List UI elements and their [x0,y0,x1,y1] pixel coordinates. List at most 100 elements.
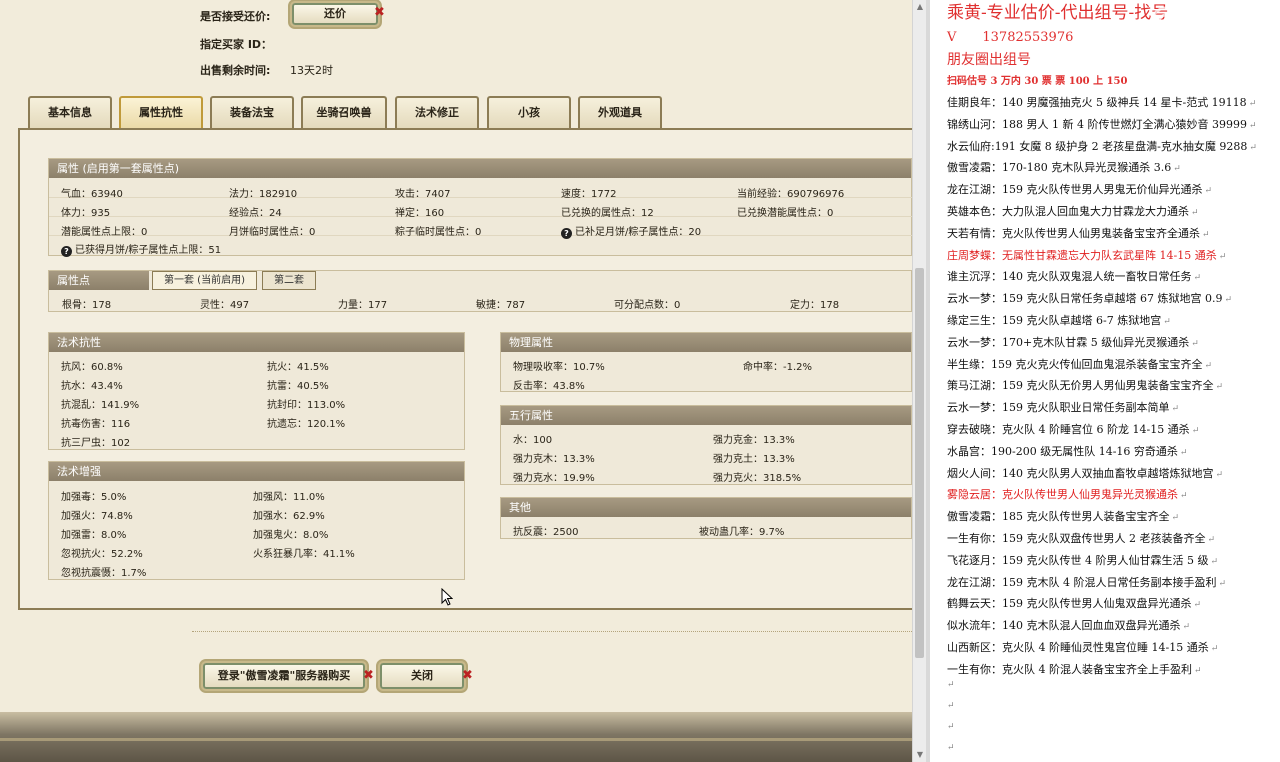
note-line: 似水流年：140 克木队混人回血血双盘异光通杀 ↵ [947,619,1191,633]
note-line: 水云仙府:191 女魔 8 级护身 2 老孩星盘满-克水抽女魔 9288 ↵ [947,139,1257,153]
note-line: 半生缘：159 克火克火传仙回血鬼混杀装备宝宝齐全 ↵ [947,357,1213,371]
paragraph-mark: ↵ [1171,404,1180,415]
scroll-down-icon[interactable]: ▼ [913,748,927,762]
enhance-cell: 加强鬼火：8.0% [253,530,329,541]
scroll-up-icon[interactable]: ▲ [913,0,927,14]
resist-cell: 抗毒伤害：116 [61,419,131,430]
resist-cell: 抗水：43.4% [61,381,123,392]
note-line: 云水一梦：159 克火队职业日常任务副本简单 ↵ [947,401,1180,415]
note-line: 龙在江湖：159 克火队传世男人男鬼无价仙异光通杀 ↵ [947,183,1213,197]
paragraph-mark: ↵ [1249,142,1257,153]
resist-cell: 抗三尸虫：102 [61,438,131,449]
subtab-set-one[interactable]: 第一套 (当前启用) [152,271,257,290]
mouse-cursor-icon [441,588,453,606]
login-server-purchase-button[interactable]: 登录"傲雪凌霜"服务器购买 [201,661,367,691]
watermark-text: CCTV [1186,14,1233,33]
paragraph-mark: ↵ [1224,295,1233,306]
resist-cell: 抗火：41.5% [267,362,329,373]
note-line: 策马江湖：159 克火队无价男人男仙男鬼装备宝宝齐全 ↵ [947,379,1224,393]
note-line: 龙在江湖：159 克木队 4 阶混人日常任务副本接手盈利 ↵ [947,575,1227,589]
five-cell: 强力克土：13.3% [713,454,795,465]
other-section: 其他 抗反震：2500 被动蛊几率：9.7% [500,497,912,539]
paragraph-mark: ↵ [947,743,955,753]
counter-offer-label: 是否接受还价: [200,10,271,23]
resist-cell: 抗遗忘：120.1% [267,419,346,430]
paragraph-mark: ↵ [947,722,955,732]
close-icon[interactable]: ✖ [363,668,374,683]
attribute-section: 属性 (启用第一套属性点) 气血：63940 法力：182910 攻击：7407… [48,158,912,257]
tab-appearance[interactable]: 外观道具 [578,96,662,129]
scrollbar[interactable]: ▲ ▼ [912,0,926,762]
physical-cell: 命中率：-1.2% [743,362,813,373]
tab-basic-info[interactable]: 基本信息 [28,96,112,129]
tab-equipment[interactable]: 装备法宝 [210,96,294,129]
enhance-cell: 加强风：11.0% [253,492,325,503]
broadcast-watermark: CCTV [1148,2,1258,48]
resist-cell: 抗雷：40.5% [267,381,329,392]
attr-cell: 已兑换潜能属性点：0 [737,208,834,219]
enhance-cell: 加强毒：5.0% [61,492,127,503]
attr-cell: 体力：935 [61,208,111,219]
five-cell: 水：100 [513,435,553,446]
resist-cell: 抗风：60.8% [61,362,123,373]
tab-attributes[interactable]: 属性抗性 [119,96,203,129]
paragraph-mark: ↵ [1204,186,1213,197]
attr-cell-help: ? 已补足月饼/粽子属性点：20 [561,223,701,239]
paragraph-mark: ↵ [1207,535,1216,545]
five-cell: 强力克金：13.3% [713,435,795,446]
divider-line [192,631,912,632]
note-line: 雾隐云居：克火队传世男人仙男鬼异光灵猴通杀 ↵ [947,488,1188,502]
paragraph-mark: ↵ [1210,644,1219,654]
tab-spell-mod[interactable]: 法术修正 [395,96,479,129]
physical-cell: 物理吸收率：10.7% [513,362,605,373]
note-line: 缘定三生：159 克火队卓越塔 6-7 炼狱地宫 ↵ [947,314,1171,327]
tab-child[interactable]: 小孩 [487,96,571,129]
attr-cell: 已兑换的属性点：12 [561,208,654,219]
other-section-title: 其他 [501,498,911,517]
game-window: 是否接受还价: 还价 ✖ 指定买家 ID： 出售剩余时间: 13天2时 基本信息… [0,0,912,762]
points-cell: 灵性：497 [200,300,250,311]
paragraph-mark: ↵ [1218,578,1227,589]
note-line: 庄周梦蝶：无属性甘霖遗忘大力队玄武星阵 14-15 通杀 ↵ [947,248,1227,262]
scroll-thumb[interactable] [915,268,924,658]
counter-offer-button[interactable]: 还价 [290,1,380,27]
paragraph-mark: ↵ [1202,229,1210,240]
enhance-cell: 火系狂暴几率：41.1% [253,549,355,560]
five-cell: 强力克火：318.5% [713,473,802,484]
attr-cell: 攻击：7407 [395,189,451,200]
attr-cell: 当前经验：690796976 [737,189,845,200]
attr-cell: 潜能属性点上限：0 [61,227,148,238]
footer-ornament [0,738,912,741]
physical-section-title: 物理属性 [501,333,911,352]
note-line: 一生有你：159 克火队双盘传世男人 2 老孩装备齐全 ↵ [947,532,1216,545]
note-line: 天若有情：克火队传世男人仙男鬼装备宝宝齐全通杀 ↵ [947,226,1210,240]
paragraph-mark: ↵ [1180,491,1188,502]
designated-buyer-label: 指定买家 ID： [200,38,273,51]
remaining-time-label: 出售剩余时间: [200,64,271,77]
attr-cell: 法力：182910 [229,189,298,200]
note-line: 烟火人间：140 克火队男人双抽血畜牧卓越塔炼狱地宫 ↵ [947,466,1224,480]
notes-scan: 扫码估号 3 万内 30 票 票 100 上 150 [947,76,1128,87]
points-cell: 可分配点数：0 [614,300,681,311]
attr-cell: 禅定：160 [395,208,445,219]
note-line: 英雄本色：大力队混人回血鬼大力甘霖龙大力通杀 ↵ [947,205,1199,218]
close-icon[interactable]: ✖ [374,5,385,20]
help-icon[interactable]: ? [61,246,72,257]
tab-mounts-pets[interactable]: 坐骑召唤兽 [301,96,387,129]
help-icon[interactable]: ? [561,228,572,239]
paragraph-mark: ↵ [1163,317,1171,327]
paragraph-mark: ↵ [1193,600,1202,611]
paragraph-mark: ↵ [1182,622,1191,633]
resist-cell: 抗封印：113.0% [267,400,346,411]
other-cell: 抗反震：2500 [513,527,579,538]
subtab-set-two[interactable]: 第二套 [262,271,316,290]
enhance-cell: 加强水：62.9% [253,511,325,522]
note-line: 一生有你：克火队 4 阶混人装备宝宝齐全上手盈利 ↵ [947,662,1202,676]
close-icon[interactable]: ✖ [462,668,473,683]
note-line: 佳期良年：140 男魔强抽克火 5 级神兵 14 星卡-范式 19118 ↵ [947,96,1257,109]
enhance-cell: 加强雷：8.0% [61,530,127,541]
attr-cell: 粽子临时属性点：0 [395,227,482,238]
close-button[interactable]: 关闭 [378,661,466,691]
paragraph-mark: ↵ [1215,469,1224,480]
paragraph-mark: ↵ [1218,251,1227,262]
